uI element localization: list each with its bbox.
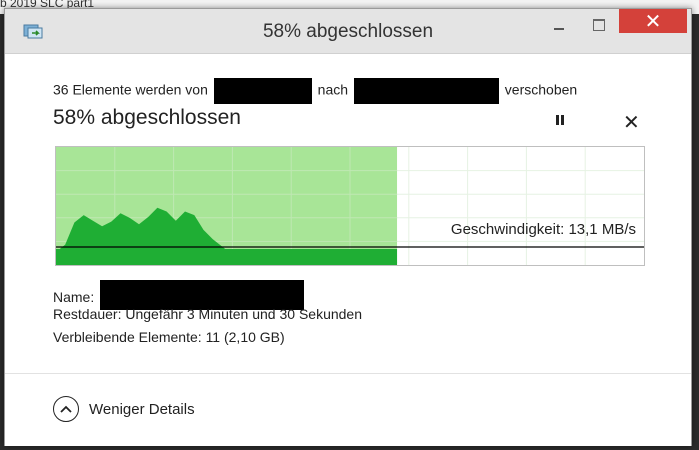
fewer-details-label: Weniger Details bbox=[89, 400, 195, 418]
details-section: Name: Restdauer: Ungefähr 3 Minuten und … bbox=[53, 280, 362, 349]
transfer-prefix: 36 Elemente werden von bbox=[53, 81, 208, 98]
close-button[interactable]: ✕ bbox=[619, 9, 687, 33]
transfer-suffix: verschoben bbox=[504, 81, 578, 98]
title-bar[interactable]: 58% abgeschlossen ✕ bbox=[5, 9, 691, 54]
maximize-icon bbox=[593, 19, 605, 31]
dialog-footer: Weniger Details bbox=[5, 373, 691, 446]
progress-heading: 58% abgeschlossen bbox=[53, 106, 241, 129]
remaining-time-label: Restdauer: bbox=[53, 306, 122, 322]
name-row: Name: bbox=[53, 280, 362, 310]
speed-graph-canvas bbox=[56, 147, 644, 265]
remaining-items-label: Verbleibende Elemente: bbox=[53, 329, 202, 345]
source-redacted bbox=[213, 78, 312, 104]
fewer-details-toggle[interactable]: Weniger Details bbox=[53, 396, 195, 422]
destination-redacted bbox=[353, 78, 499, 104]
maximize-button[interactable] bbox=[585, 13, 613, 37]
speed-graph: Geschwindigkeit: 13,1 MB/s bbox=[55, 146, 645, 266]
cancel-icon[interactable]: ✕ bbox=[623, 110, 640, 135]
remaining-items-value: 11 (2,10 GB) bbox=[205, 329, 285, 345]
chevron-up-icon bbox=[53, 396, 79, 422]
close-icon: ✕ bbox=[644, 10, 662, 33]
speed-baseline-band bbox=[56, 249, 398, 265]
file-transfer-dialog: 58% abgeschlossen ✕ 36 Elemente werden v… bbox=[4, 8, 692, 446]
minimize-icon bbox=[554, 28, 564, 30]
transfer-description: 36 Elemente werden von nach verschoben bbox=[53, 78, 577, 104]
pause-icon[interactable] bbox=[553, 113, 567, 127]
speed-label: Geschwindigkeit: 13,1 MB/s bbox=[450, 221, 636, 238]
dialog-content: 36 Elemente werden von nach verschoben 5… bbox=[5, 54, 691, 372]
remaining-items-row: Verbleibende Elemente: 11 (2,10 GB) bbox=[53, 326, 362, 349]
remaining-time-row: Restdauer: Ungefähr 3 Minuten und 30 Sek… bbox=[53, 303, 362, 326]
remaining-time-value: Ungefähr 3 Minuten und 30 Sekunden bbox=[125, 306, 362, 322]
minimize-button[interactable] bbox=[545, 13, 573, 37]
transfer-middle: nach bbox=[317, 81, 349, 98]
